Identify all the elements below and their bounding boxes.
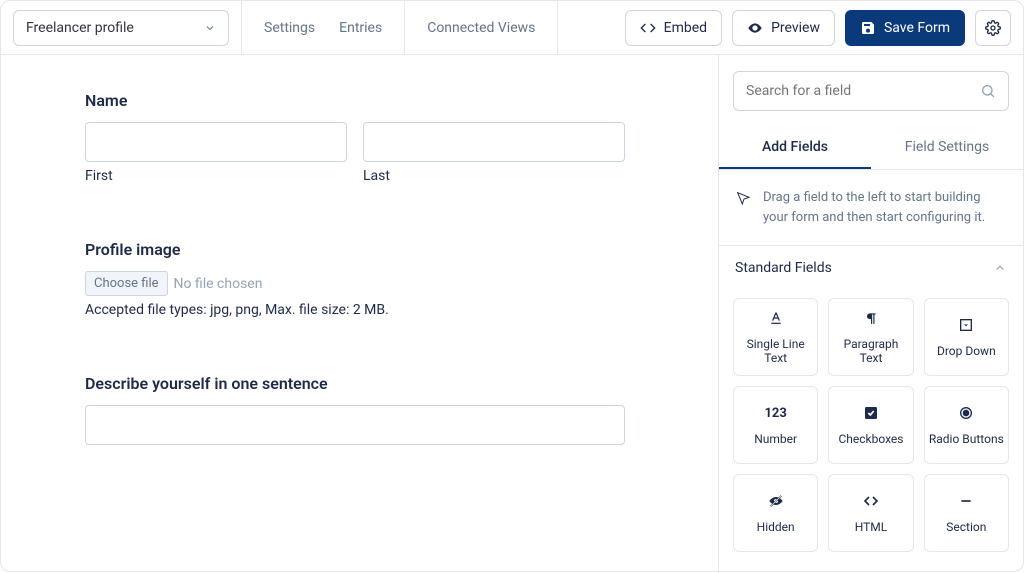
field-tile-hidden[interactable]: Hidden bbox=[733, 474, 818, 552]
field-tile-checkboxes[interactable]: Checkboxes bbox=[828, 386, 913, 464]
sidebar: Add Fields Field Settings Drag a field t… bbox=[718, 55, 1023, 573]
sidebar-tabs: Add Fields Field Settings bbox=[719, 127, 1023, 170]
nav-links: Settings Entries bbox=[242, 20, 404, 36]
body: Name First Last Profile image Choose fil… bbox=[1, 55, 1023, 573]
tile-label: Hidden bbox=[757, 520, 795, 534]
form-canvas: Name First Last Profile image Choose fil… bbox=[1, 55, 718, 573]
file-help-text: Accepted file types: jpg, png, Max. file… bbox=[85, 302, 694, 318]
tile-label: Radio Buttons bbox=[929, 432, 1004, 446]
first-sublabel: First bbox=[85, 168, 347, 184]
checkbox-icon bbox=[863, 404, 879, 422]
form-name: Freelancer profile bbox=[26, 20, 134, 36]
eye-icon bbox=[747, 20, 763, 36]
last-sublabel: Last bbox=[363, 168, 625, 184]
preview-label: Preview bbox=[771, 20, 820, 36]
hint-text: Drag a field to the left to start buildi… bbox=[763, 188, 1007, 227]
choose-file-button[interactable]: Choose file bbox=[85, 271, 168, 296]
dropdown-icon bbox=[958, 316, 974, 334]
field-profile-image: Profile image Choose file No file chosen… bbox=[85, 240, 694, 318]
code-icon bbox=[640, 20, 656, 36]
section-title: Standard Fields bbox=[735, 260, 832, 276]
tile-label: Checkboxes bbox=[838, 432, 903, 446]
chevron-down-icon bbox=[204, 22, 216, 34]
save-label: Save Form bbox=[884, 20, 950, 36]
embed-button[interactable]: Embed bbox=[625, 10, 722, 46]
radio-icon bbox=[958, 404, 974, 422]
nav-links-2: Connected Views bbox=[405, 20, 557, 36]
field-tile-html[interactable]: HTML bbox=[828, 474, 913, 552]
field-tile-dropdown[interactable]: Drop Down bbox=[924, 298, 1009, 376]
text-icon bbox=[768, 309, 784, 327]
save-button[interactable]: Save Form bbox=[845, 10, 965, 46]
file-status: No file chosen bbox=[174, 276, 263, 292]
gear-icon bbox=[985, 20, 1001, 36]
field-tile-section[interactable]: Section bbox=[924, 474, 1009, 552]
field-name: Name First Last bbox=[85, 91, 694, 184]
search-input[interactable] bbox=[746, 83, 980, 99]
tab-add-fields[interactable]: Add Fields bbox=[719, 127, 871, 169]
paragraph-icon bbox=[864, 309, 878, 327]
field-search[interactable] bbox=[733, 71, 1009, 111]
save-icon bbox=[860, 20, 876, 36]
nav-entries[interactable]: Entries bbox=[339, 20, 382, 36]
field-describe: Describe yourself in one sentence bbox=[85, 374, 694, 445]
embed-label: Embed bbox=[664, 20, 707, 36]
settings-gear-button[interactable] bbox=[975, 10, 1011, 46]
field-tile-radio-buttons[interactable]: Radio Buttons bbox=[924, 386, 1009, 464]
form-selector-dropdown[interactable]: Freelancer profile bbox=[13, 10, 229, 46]
first-name-input[interactable] bbox=[85, 122, 347, 162]
last-name-input[interactable] bbox=[363, 122, 625, 162]
describe-input[interactable] bbox=[85, 405, 625, 445]
field-tile-number[interactable]: 123 Number bbox=[733, 386, 818, 464]
tile-label: Drop Down bbox=[937, 344, 996, 358]
field-grid: Single Line Text Paragraph Text Drop Dow… bbox=[719, 290, 1023, 566]
tab-field-settings[interactable]: Field Settings bbox=[871, 127, 1023, 169]
profile-image-label: Profile image bbox=[85, 240, 694, 259]
search-icon bbox=[980, 83, 996, 99]
describe-label: Describe yourself in one sentence bbox=[85, 374, 694, 393]
tile-label: Paragraph Text bbox=[833, 337, 908, 365]
tile-label: Section bbox=[946, 520, 986, 534]
tile-label: HTML bbox=[855, 520, 888, 534]
chevron-up-icon bbox=[993, 261, 1007, 275]
number-icon: 123 bbox=[764, 404, 786, 422]
section-standard-fields[interactable]: Standard Fields bbox=[719, 246, 1023, 290]
tile-label: Single Line Text bbox=[738, 337, 813, 365]
divider bbox=[557, 1, 558, 55]
field-tile-single-line-text[interactable]: Single Line Text bbox=[733, 298, 818, 376]
cursor-icon bbox=[735, 190, 751, 227]
nav-connected-views[interactable]: Connected Views bbox=[427, 20, 535, 36]
section-icon bbox=[958, 492, 974, 510]
tile-label: Number bbox=[754, 432, 797, 446]
topbar: Freelancer profile Settings Entries Conn… bbox=[1, 1, 1023, 55]
code-icon bbox=[862, 492, 880, 510]
field-tile-paragraph-text[interactable]: Paragraph Text bbox=[828, 298, 913, 376]
hint: Drag a field to the left to start buildi… bbox=[719, 170, 1023, 246]
name-label: Name bbox=[85, 91, 694, 110]
preview-button[interactable]: Preview bbox=[732, 10, 835, 46]
hidden-icon bbox=[767, 492, 785, 510]
nav-settings[interactable]: Settings bbox=[264, 20, 315, 36]
